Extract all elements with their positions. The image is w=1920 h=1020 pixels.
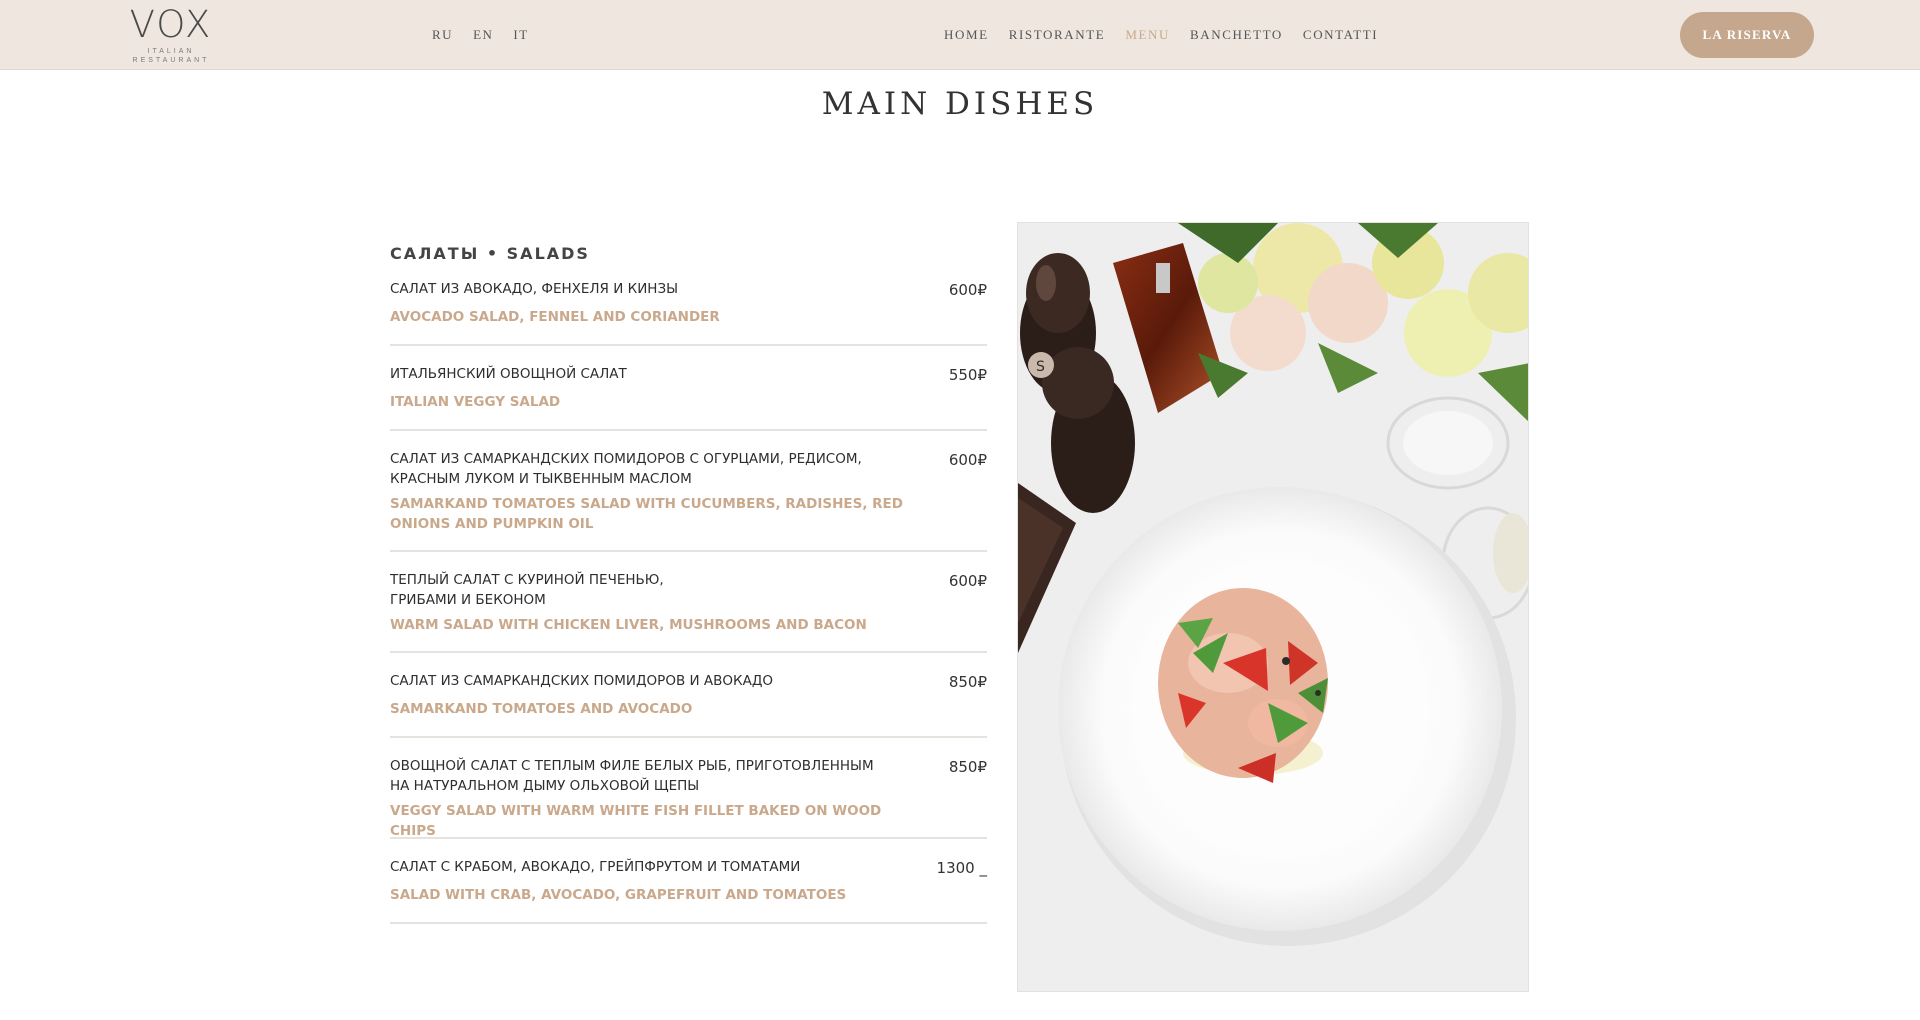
nav-ristorante[interactable]: RISTORANTE: [1009, 27, 1106, 43]
dish-name-en: ITALIAN VEGGY SALAD: [390, 394, 561, 410]
dish-name-ru: САЛАТ ИЗ САМАРКАНДСКИХ ПОМИДОРОВ И АВОКА…: [390, 673, 774, 689]
menu-item: ТЕПЛЫЙ САЛАТ С КУРИНОЙ ПЕЧЕНЬЮ, ГРИБАМИ …: [390, 552, 987, 653]
reserve-button[interactable]: LA RISERVA: [1680, 12, 1814, 58]
menu-item: ОВОЩНОЙ САЛАТ С ТЕПЛЫМ ФИЛЕ БЕЛЫХ РЫБ, П…: [390, 738, 987, 839]
vox-logo[interactable]: VOX ITALIAN RESTAURANT: [128, 6, 214, 66]
menu-item: ИТАЛЬЯНСКИЙ ОВОЩНОЙ САЛАТ ITALIAN VEGGY …: [390, 346, 987, 431]
logo-wordmark: VOX: [129, 3, 213, 46]
dish-photo: S: [1017, 222, 1529, 992]
nav-contatti[interactable]: CONTATTI: [1303, 27, 1378, 43]
dish-price: 550₽: [948, 366, 987, 384]
dish-price: 850₽: [948, 758, 987, 776]
dish-price: 600₽: [948, 451, 987, 469]
dish-price: 850₽: [948, 673, 987, 691]
dish-name-en: AVOCADO SALAD, FENNEL AND CORIANDER: [390, 309, 720, 325]
menu-item: САЛАТ ИЗ САМАРКАНДСКИХ ПОМИДОРОВ С ОГУРЦ…: [390, 431, 987, 552]
main-nav: HOME RISTORANTE MENU BANCHETTO CONTATTI: [944, 27, 1378, 43]
svg-text:S: S: [1036, 359, 1045, 375]
dish-name-ru: ТЕПЛЫЙ САЛАТ С КУРИНОЙ ПЕЧЕНЬЮ, ГРИБАМИ …: [390, 572, 664, 608]
lang-en-link[interactable]: EN: [473, 27, 493, 43]
dish-price: 1300 _: [936, 859, 987, 877]
nav-menu[interactable]: MENU: [1125, 27, 1170, 43]
menu-item: САЛАТ ИЗ АВОКАДО, ФЕНХЕЛЯ И КИНЗЫ AVOCAD…: [390, 279, 987, 346]
page-title: MAIN DISHES: [821, 86, 1099, 122]
dish-name-ru: ОВОЩНОЙ САЛАТ С ТЕПЛЫМ ФИЛЕ БЕЛЫХ РЫБ, П…: [390, 758, 874, 794]
menu-item: САЛАТ С КРАБОМ, АВОКАДО, ГРЕЙПФРУТОМ И Т…: [390, 839, 987, 924]
dish-price: 600₽: [948, 572, 987, 590]
nav-banchetto[interactable]: BANCHETTO: [1190, 27, 1283, 43]
menu-section: САЛАТЫ • SALADS САЛАТ ИЗ АВОКАДО, ФЕНХЕЛ…: [390, 244, 987, 924]
site-header: VOX ITALIAN RESTAURANT RU EN IT HOME RIS…: [0, 0, 1920, 70]
lang-it-link[interactable]: IT: [513, 27, 528, 43]
dish-name-en: VEGGY SALAD WITH WARM WHITE FISH FILLET …: [390, 803, 882, 839]
lang-ru-link[interactable]: RU: [432, 27, 453, 43]
salad-illustration: S: [1018, 223, 1528, 991]
menu-item: САЛАТ ИЗ САМАРКАНДСКИХ ПОМИДОРОВ И АВОКА…: [390, 653, 987, 738]
nav-home[interactable]: HOME: [944, 27, 989, 43]
language-switcher: RU EN IT: [432, 27, 529, 43]
logo-tagline: ITALIAN RESTAURANT: [132, 48, 210, 64]
dish-name-ru: САЛАТ ИЗ АВОКАДО, ФЕНХЕЛЯ И КИНЗЫ: [390, 281, 679, 297]
dish-name-ru: САЛАТ ИЗ САМАРКАНДСКИХ ПОМИДОРОВ С ОГУРЦ…: [390, 451, 862, 487]
dish-name-ru: ИТАЛЬЯНСКИЙ ОВОЩНОЙ САЛАТ: [390, 366, 627, 382]
dish-name-en: SALAD WITH CRAB, AVOCADO, GRAPEFRUIT AND…: [390, 887, 847, 903]
dish-name-en: WARM SALAD WITH CHICKEN LIVER, MUSHROOMS…: [390, 617, 867, 633]
dish-name-en: SAMARKAND TOMATOES AND AVOCADO: [390, 701, 693, 717]
dish-price: 600₽: [948, 281, 987, 299]
section-title: САЛАТЫ • SALADS: [390, 244, 590, 263]
dish-name-en: SAMARKAND TOMATOES SALAD WITH CUCUMBERS,…: [390, 496, 903, 532]
dish-name-ru: САЛАТ С КРАБОМ, АВОКАДО, ГРЕЙПФРУТОМ И Т…: [390, 859, 801, 875]
